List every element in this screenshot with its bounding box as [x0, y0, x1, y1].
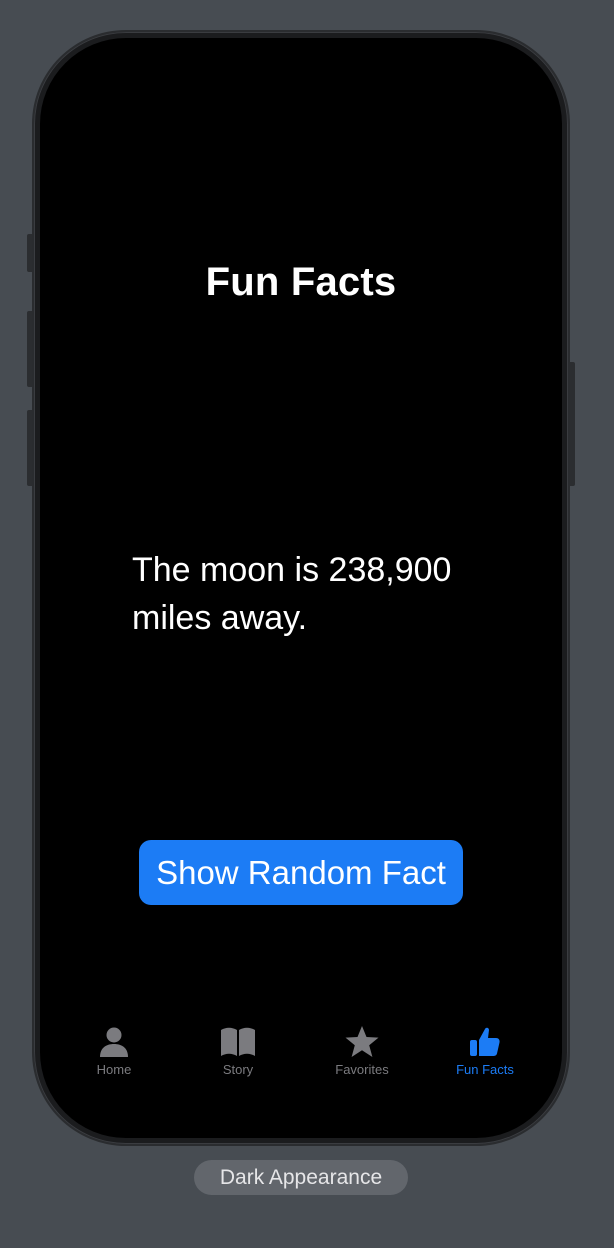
- tab-bar: Home Story Favorites Fun Facts: [40, 1023, 562, 1093]
- fact-text: The moon is 238,900 miles away.: [132, 551, 452, 637]
- tab-fun-facts[interactable]: Fun Facts: [430, 1023, 540, 1087]
- volume-up-button-hardware: [27, 311, 34, 387]
- tab-home-label: Home: [96, 1062, 132, 1077]
- tab-favorites[interactable]: Favorites: [307, 1023, 417, 1087]
- tab-fun-facts-label: Fun Facts: [456, 1062, 514, 1077]
- preview-canvas: Fun Facts The moon is 238,900 miles away…: [0, 0, 614, 1248]
- show-random-fact-button[interactable]: Show Random Fact: [139, 840, 463, 905]
- person-icon: [94, 1023, 134, 1061]
- volume-down-button-hardware: [27, 410, 34, 486]
- page-title: Fun Facts: [205, 260, 397, 304]
- book-icon: [218, 1023, 258, 1061]
- star-icon: [342, 1023, 382, 1061]
- tab-home[interactable]: Home: [59, 1023, 169, 1087]
- device-frame: Fun Facts The moon is 238,900 miles away…: [34, 32, 568, 1144]
- tab-story[interactable]: Story: [183, 1023, 293, 1087]
- tab-story-label: Story: [222, 1062, 254, 1077]
- action-button-hardware: [27, 234, 34, 272]
- thumbs-up-icon: [465, 1023, 505, 1061]
- power-button-hardware: [568, 362, 575, 486]
- tab-favorites-label: Favorites: [335, 1062, 389, 1077]
- appearance-toggle[interactable]: Dark Appearance: [194, 1160, 408, 1195]
- device-screen: Fun Facts The moon is 238,900 miles away…: [40, 38, 562, 1138]
